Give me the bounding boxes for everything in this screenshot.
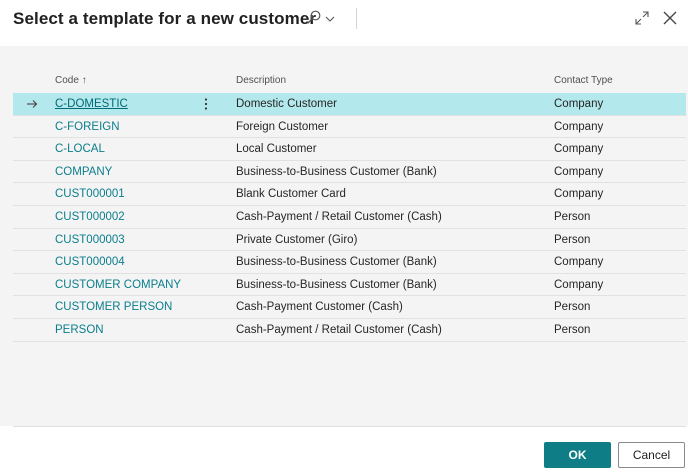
cell-code[interactable]: CUSTOMER COMPANY [55, 279, 181, 291]
cell-contact-type: Company [554, 98, 604, 110]
table-row[interactable]: CUST000003 Private Customer (Giro) Perso… [13, 229, 686, 252]
cell-contact-type: Person [554, 301, 591, 314]
cell-description: Business-to-Business Customer (Bank) [236, 256, 437, 269]
cell-description: Private Customer (Giro) [236, 233, 358, 246]
cell-contact-type: Person [554, 323, 591, 336]
cell-code[interactable]: C-DOMESTIC [55, 98, 128, 110]
search-button[interactable] [306, 9, 340, 29]
cell-contact-type: Company [554, 165, 604, 178]
cell-description: Cash-Payment / Retail Customer (Cash) [236, 210, 442, 223]
cell-description: Local Customer [236, 143, 317, 156]
table-row[interactable]: CUST000004 Business-to-Business Customer… [13, 251, 686, 274]
cancel-button[interactable]: Cancel [618, 442, 685, 468]
table-row[interactable]: COMPANY Business-to-Business Customer (B… [13, 161, 686, 184]
table-row[interactable]: CUST000001 Blank Customer Card Company [13, 183, 686, 206]
table-row[interactable]: C-LOCAL Local Customer Company [13, 138, 686, 161]
ok-button[interactable]: OK [544, 442, 611, 468]
cell-contact-type: Person [554, 233, 591, 246]
expand-icon [634, 11, 650, 30]
cell-description: Cash-Payment / Retail Customer (Cash) [236, 323, 442, 336]
cell-contact-type: Company [554, 256, 604, 269]
arrow-right-icon [26, 99, 38, 109]
column-header-contact-type[interactable]: Contact Type [554, 75, 613, 86]
cell-code[interactable]: CUST000001 [55, 188, 125, 200]
cell-description: Cash-Payment Customer (Cash) [236, 301, 403, 314]
cell-contact-type: Company [554, 278, 604, 291]
chevron-down-icon [325, 10, 335, 28]
expand-button[interactable] [634, 10, 650, 26]
cell-code[interactable]: PERSON [55, 324, 104, 336]
column-header-code-label: Code [55, 75, 79, 86]
search-icon [306, 9, 322, 30]
grid-header: Code ↑ Description Contact Type [13, 46, 686, 93]
table-row[interactable]: C-FOREIGN Foreign Customer Company [13, 116, 686, 139]
cell-description: Foreign Customer [236, 120, 329, 133]
cell-code[interactable]: CUSTOMER PERSON [55, 301, 172, 313]
dialog-title: Select a template for a new customer [13, 9, 317, 28]
close-icon [662, 11, 678, 30]
cell-description: Business-to-Business Customer (Bank) [236, 278, 437, 291]
cell-description: Domestic Customer [236, 98, 337, 110]
table-row[interactable]: CUSTOMER COMPANY Business-to-Business Cu… [13, 274, 686, 297]
cell-contact-type: Company [554, 188, 604, 201]
close-button[interactable] [662, 10, 678, 26]
cell-code[interactable]: C-LOCAL [55, 143, 105, 155]
header-divider [356, 8, 357, 29]
dialog-header: Select a template for a new customer [0, 0, 688, 40]
cell-contact-type: Company [554, 120, 604, 133]
more-vertical-icon[interactable] [203, 97, 209, 111]
cell-code[interactable]: CUST000002 [55, 211, 125, 223]
cell-description: Business-to-Business Customer (Bank) [236, 165, 437, 178]
footer-divider [13, 426, 686, 427]
table-row[interactable]: CUSTOMER PERSON Cash-Payment Customer (C… [13, 296, 686, 319]
column-header-code[interactable]: Code ↑ [55, 75, 87, 86]
table-row[interactable]: CUST000002 Cash-Payment / Retail Custome… [13, 206, 686, 229]
content-area: Code ↑ Description Contact Type C-DOMEST… [0, 46, 688, 426]
sort-ascending-icon: ↑ [81, 75, 87, 86]
cell-contact-type: Company [554, 143, 604, 156]
template-grid: Code ↑ Description Contact Type C-DOMEST… [13, 46, 686, 342]
cell-code[interactable]: CUST000003 [55, 234, 125, 246]
table-row[interactable]: PERSON Cash-Payment / Retail Customer (C… [13, 319, 686, 342]
cell-code[interactable]: COMPANY [55, 166, 112, 178]
cell-code[interactable]: CUST000004 [55, 256, 125, 268]
cell-code[interactable]: C-FOREIGN [55, 121, 120, 133]
table-row[interactable]: C-DOMESTIC Domestic Customer Company [13, 93, 686, 116]
cell-contact-type: Person [554, 210, 591, 223]
column-header-description[interactable]: Description [236, 75, 286, 86]
cell-description: Blank Customer Card [236, 188, 346, 201]
